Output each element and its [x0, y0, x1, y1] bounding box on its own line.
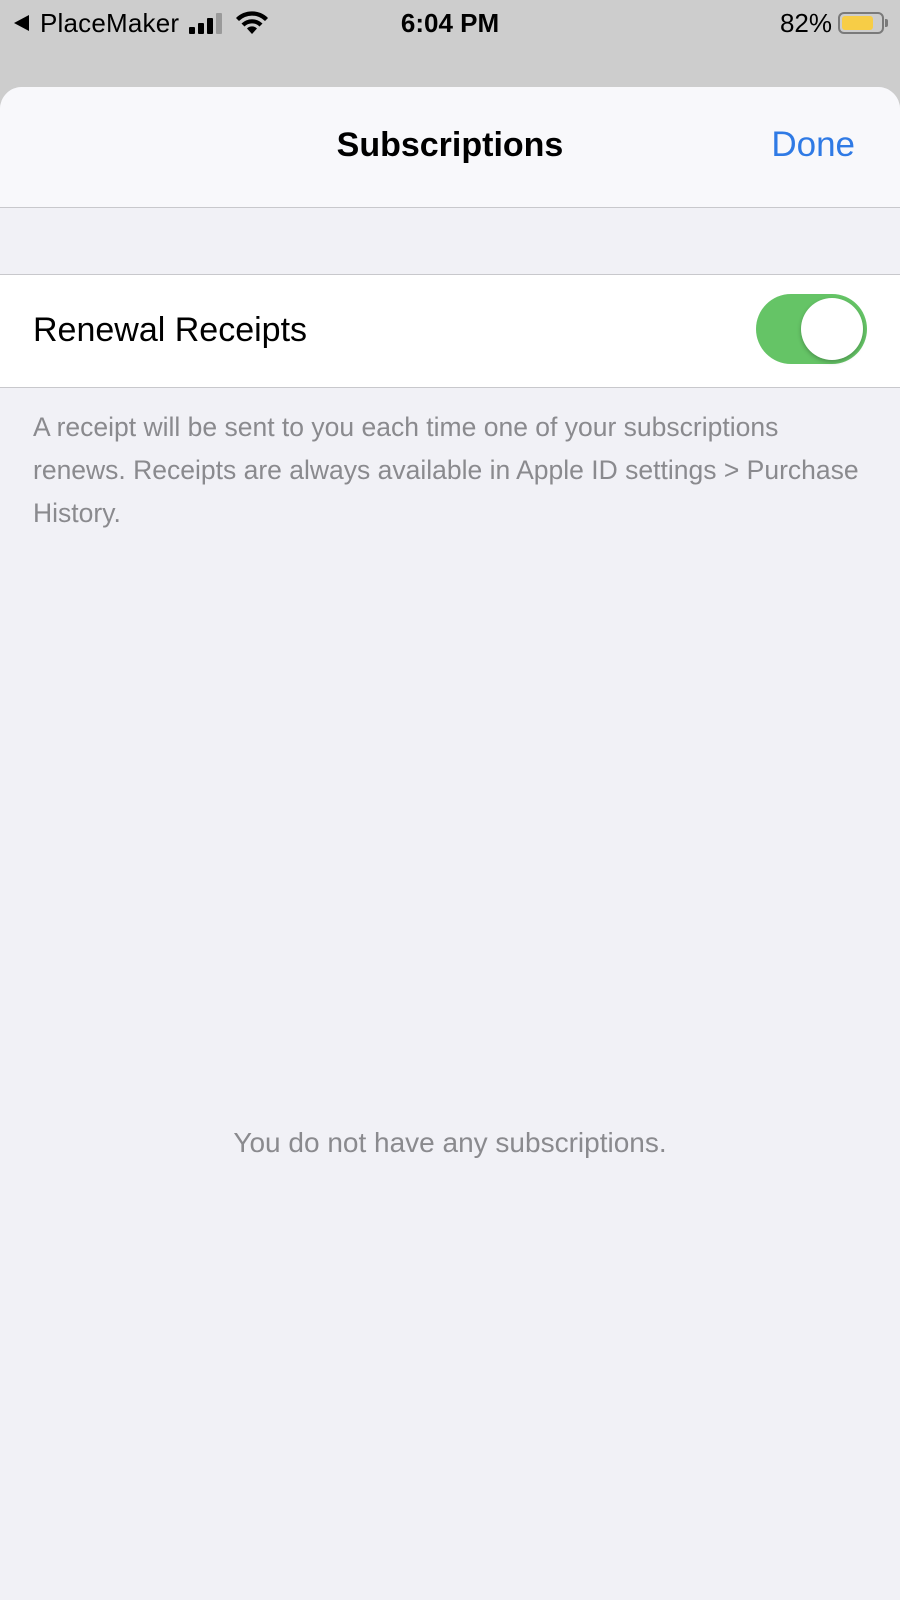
page-title: Subscriptions — [336, 126, 564, 164]
renewal-receipts-toggle[interactable] — [756, 294, 867, 364]
status-bar: PlaceMaker 6:04 PM 82% — [0, 0, 900, 46]
empty-state-message: You do not have any subscriptions. — [233, 1127, 667, 1158]
done-button[interactable]: Done — [771, 125, 855, 165]
status-time: 6:04 PM — [400, 8, 500, 38]
subscriptions-sheet: Subscriptions Done Renewal Receipts A re… — [0, 87, 900, 1600]
renewal-receipts-row: Renewal Receipts — [0, 274, 900, 388]
battery-level — [842, 16, 874, 30]
renewal-receipts-footer: A receipt will be sent to you each time … — [33, 412, 859, 528]
battery-percent: 82% — [779, 7, 832, 38]
battery-cap — [885, 19, 888, 27]
navigation-bar: Subscriptions Done — [0, 87, 900, 208]
battery-icon — [838, 12, 884, 34]
battery-status: 82% — [780, 7, 888, 39]
toggle-knob — [801, 298, 863, 360]
renewal-receipts-label: Renewal Receipts — [33, 311, 308, 349]
